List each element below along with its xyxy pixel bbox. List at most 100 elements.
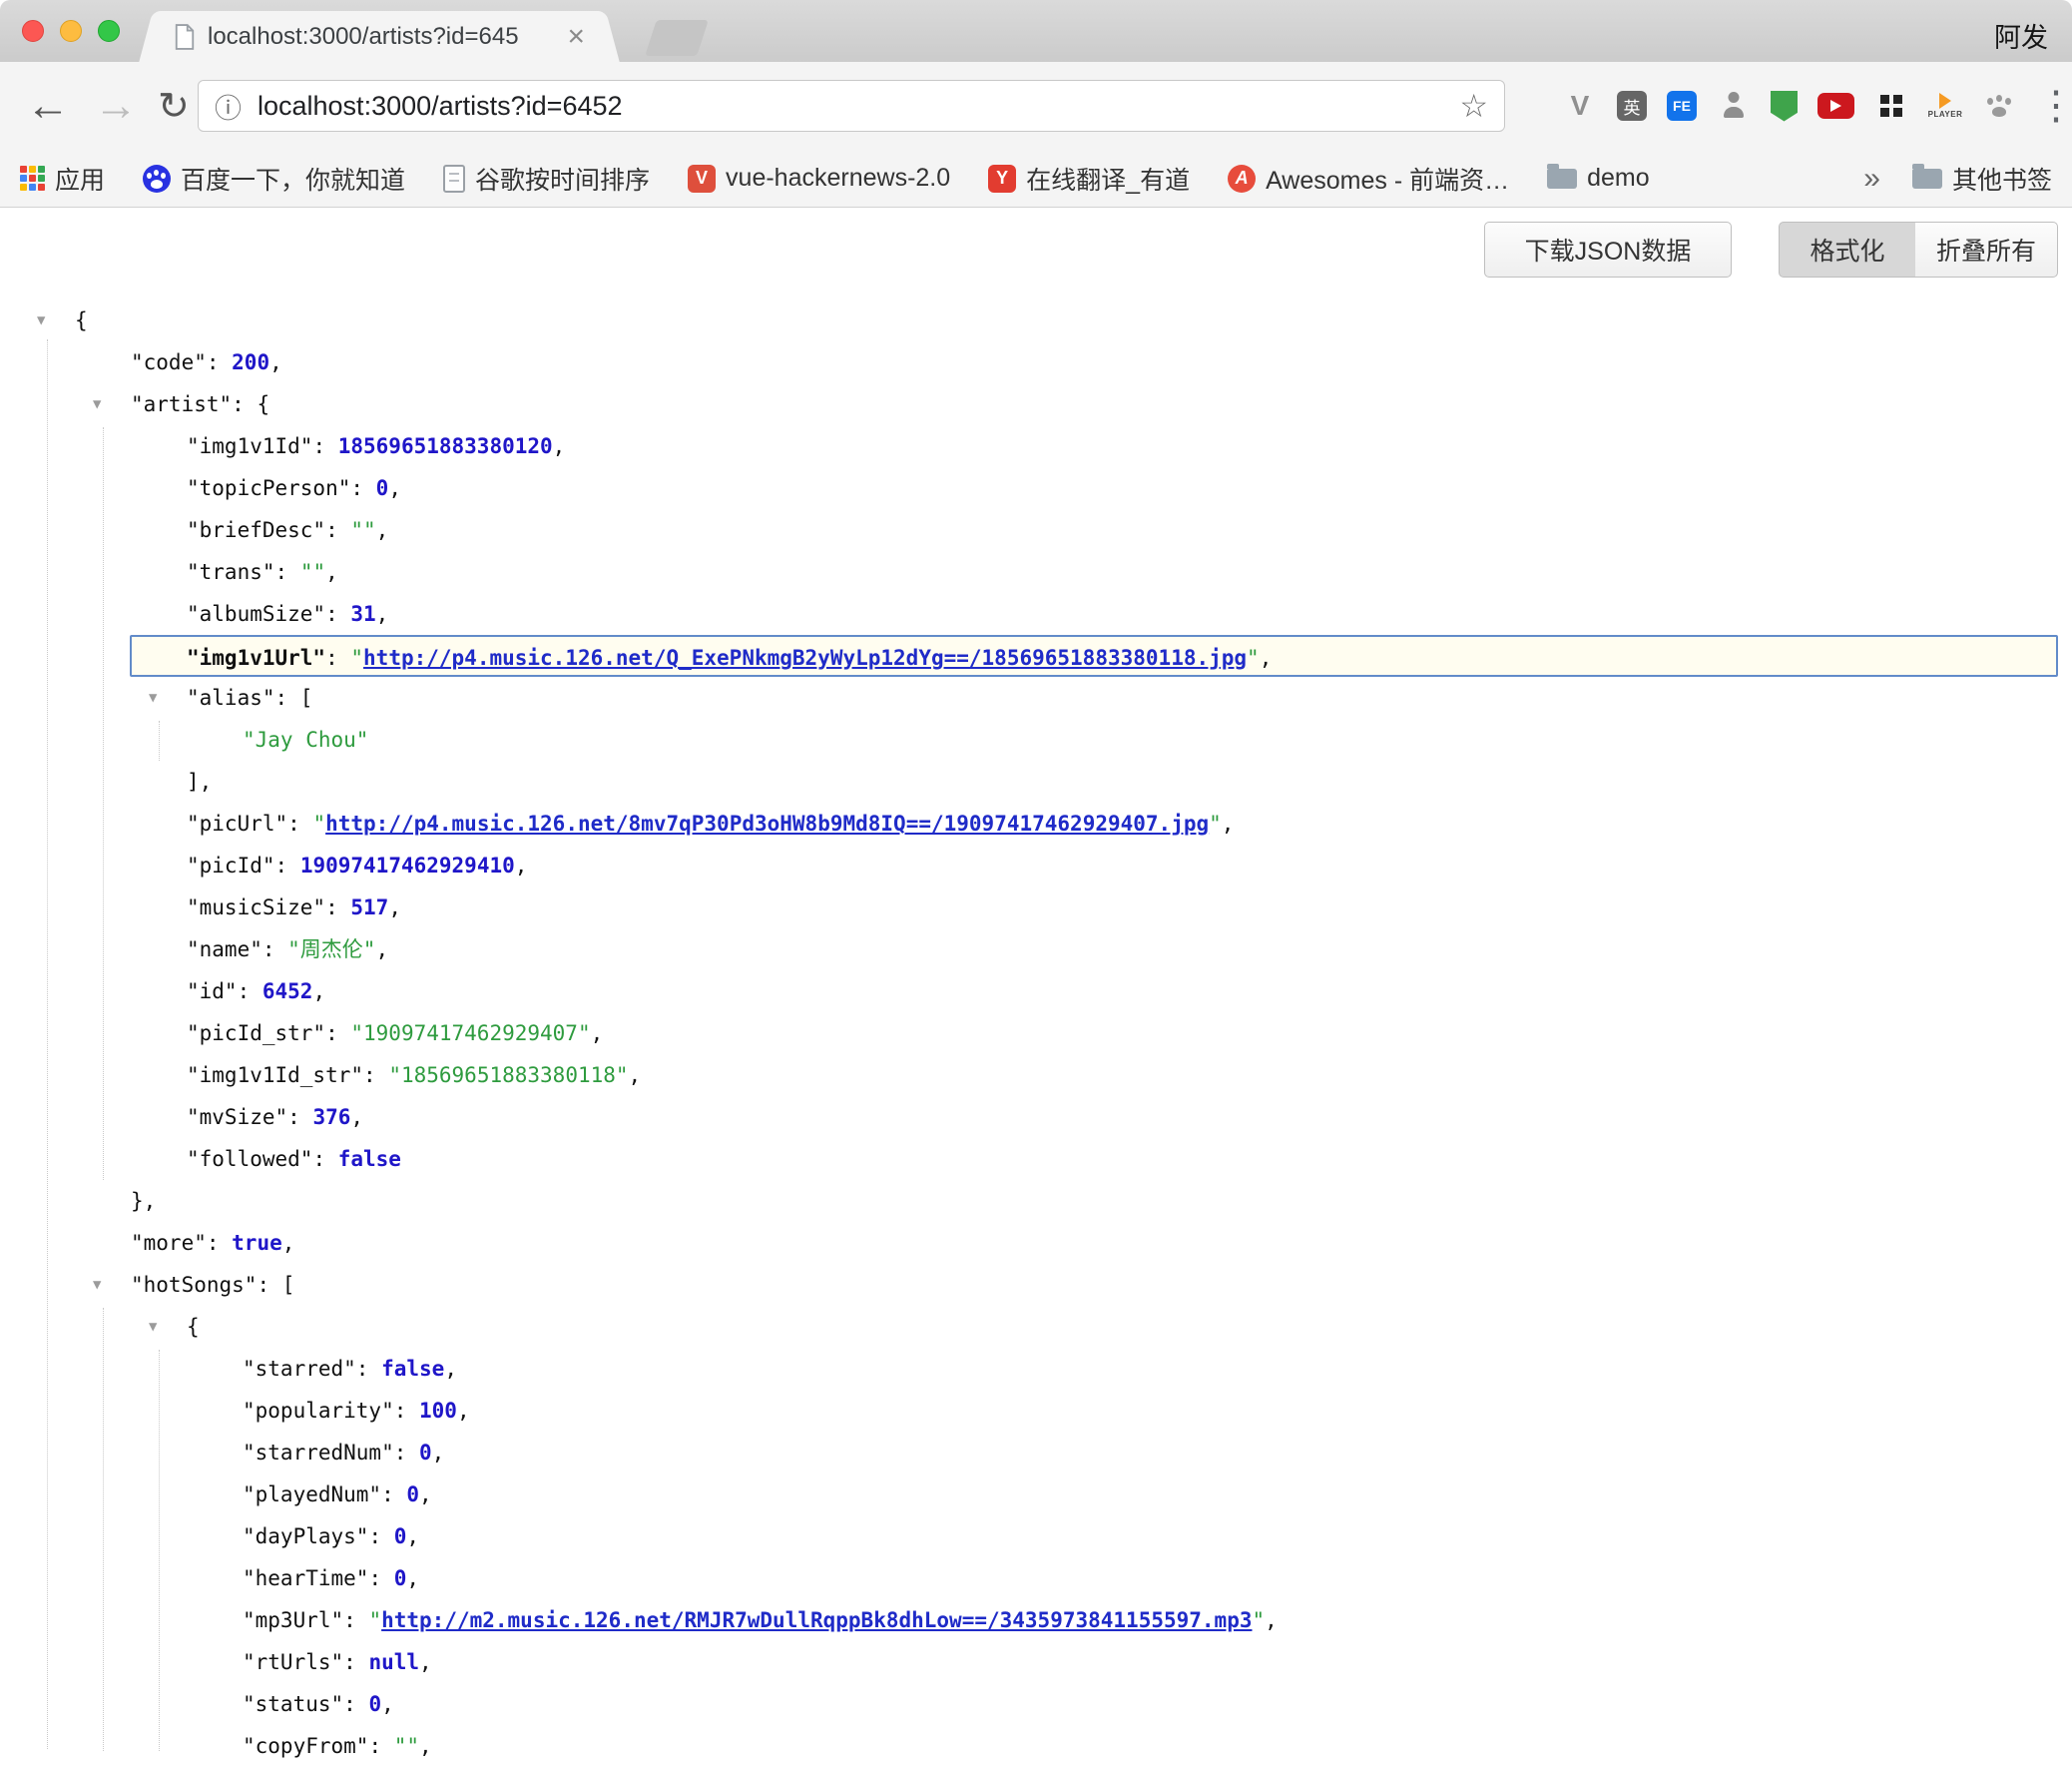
bookmark-label: 谷歌按时间排序 <box>475 161 650 197</box>
json-line: "picId": 19097417462929410, <box>0 845 2072 886</box>
new-tab-button[interactable] <box>645 20 709 56</box>
json-token-k: "picId_str" <box>187 1021 325 1045</box>
person-extension-icon[interactable] <box>1717 89 1751 123</box>
bookmarks-overflow-icon[interactable]: » <box>1863 162 1880 196</box>
json-view: ▼{"code": 200,▼"artist": {"img1v1Id": 18… <box>0 299 2072 1767</box>
json-line: "dayPlays": 0, <box>0 1515 2072 1557</box>
bookmark-baidu[interactable]: 百度一下，你就知道 <box>143 161 405 197</box>
format-button[interactable]: 格式化 <box>1779 222 1916 278</box>
json-line: "briefDesc": "", <box>0 509 2072 551</box>
json-token-p: : <box>381 1482 406 1506</box>
back-button-icon[interactable]: ← <box>26 62 70 150</box>
reload-button-icon[interactable]: ↻ <box>158 62 190 150</box>
browser-toolbar: ← → ↻ ⓘ localhost:3000/artists?id=6452 ☆… <box>0 62 2072 150</box>
json-token-k: "picId" <box>187 854 275 878</box>
json-token-k: "albumSize" <box>187 602 325 626</box>
json-token-p: : <box>343 1692 368 1716</box>
json-token-p: , <box>591 1021 604 1045</box>
collapse-toggle-icon[interactable]: ▼ <box>93 1264 101 1306</box>
tab-title: localhost:3000/artists?id=645 <box>208 23 555 51</box>
json-token-n: 6452 <box>262 979 313 1003</box>
collapse-toggle-icon[interactable]: ▼ <box>149 1306 157 1348</box>
other-bookmarks-folder[interactable]: 其他书签 <box>1912 161 2052 197</box>
bookmark-demo[interactable]: demo <box>1547 164 1650 193</box>
bookmark-apps[interactable]: 应用 <box>20 161 105 197</box>
json-line: "topicPerson": 0, <box>0 467 2072 509</box>
json-token-b: true <box>232 1231 282 1255</box>
translate-extension-icon[interactable]: 英 <box>1617 91 1647 121</box>
json-url-link[interactable]: http://p4.music.126.net/8mv7qP30Pd3oHW8b… <box>325 812 1209 836</box>
json-token-p: : [ <box>257 1273 294 1297</box>
json-token-k: "rtUrls" <box>243 1650 343 1674</box>
json-token-n: 200 <box>232 350 269 374</box>
collapse-toggle-icon[interactable]: ▼ <box>93 383 101 425</box>
json-token-k: "copyFrom" <box>243 1734 368 1758</box>
folder-icon <box>1547 169 1577 189</box>
youtube-extension-icon[interactable] <box>1817 93 1854 119</box>
player-label: PLAYER <box>1928 110 1963 119</box>
site-info-icon[interactable]: ⓘ <box>215 87 242 126</box>
json-token-p: : <box>356 1357 381 1381</box>
fe-extension-icon[interactable]: FE <box>1667 91 1697 121</box>
json-token-p: { <box>187 1315 200 1339</box>
bookmark-awesomes[interactable]: AAwesomes - 前端资… <box>1228 161 1509 197</box>
collapse-toggle-icon[interactable]: ▼ <box>149 677 157 719</box>
collapse-all-button[interactable]: 折叠所有 <box>1915 222 2058 278</box>
browser-tab[interactable]: localhost:3000/artists?id=645 × <box>158 11 601 63</box>
download-json-button[interactable]: 下载JSON数据 <box>1484 222 1732 278</box>
paw-extension-icon[interactable] <box>1982 89 2016 123</box>
json-token-p: : <box>325 895 350 919</box>
forward-button-icon: → <box>94 62 138 150</box>
json-line: "code": 200, <box>0 341 2072 383</box>
zoom-window-button[interactable] <box>98 20 120 42</box>
json-token-p: , <box>388 476 401 500</box>
baidu-icon <box>143 165 171 193</box>
json-token-n: 0 <box>419 1441 432 1465</box>
json-token-k: "hotSongs" <box>131 1273 257 1297</box>
json-token-k: "more" <box>131 1231 207 1255</box>
close-window-button[interactable] <box>22 20 44 42</box>
json-token-k: "playedNum" <box>243 1482 381 1506</box>
json-line: "starred": false, <box>0 1348 2072 1390</box>
json-token-p: : <box>287 1105 312 1129</box>
json-url-link[interactable]: http://m2.music.126.net/RMJR7wDullRqppBk… <box>381 1608 1252 1632</box>
play-icon <box>1830 100 1841 112</box>
json-url-link[interactable]: http://p4.music.126.net/Q_ExePNkmgB2yWyL… <box>363 646 1247 670</box>
json-line: "followed": false <box>0 1138 2072 1180</box>
json-token-s: " <box>312 812 325 836</box>
other-bookmarks-label: 其他书签 <box>1952 161 2052 197</box>
tab-close-icon[interactable]: × <box>567 22 585 52</box>
profile-name[interactable]: 阿发 <box>1994 16 2048 55</box>
shield-extension-icon[interactable] <box>1771 91 1798 122</box>
json-token-n: 0 <box>368 1692 381 1716</box>
collapse-toggle-icon[interactable]: ▼ <box>37 299 45 341</box>
json-token-kb: "img1v1Url" <box>187 646 325 670</box>
bookmark-vue-hackernews[interactable]: Vvue-hackernews-2.0 <box>688 164 950 193</box>
json-token-p: , <box>312 979 325 1003</box>
json-token-n: 0 <box>394 1566 407 1590</box>
json-token-p: , <box>553 434 566 458</box>
url-text[interactable]: localhost:3000/artists?id=6452 <box>258 91 1459 122</box>
bookmark-label: 应用 <box>55 161 105 197</box>
menu-icon[interactable]: ⋮ <box>2036 83 2058 129</box>
address-bar[interactable]: ⓘ localhost:3000/artists?id=6452 ☆ <box>198 80 1505 132</box>
json-token-p: : <box>275 854 300 878</box>
player-extension-icon[interactable]: PLAYER <box>1928 89 1962 123</box>
bookmark-google-sort[interactable]: 谷歌按时间排序 <box>443 161 650 197</box>
json-line: ], <box>0 761 2072 803</box>
awesomes-icon: A <box>1228 165 1256 193</box>
json-token-k: "trans" <box>187 560 275 584</box>
minimize-window-button[interactable] <box>60 20 82 42</box>
json-token-n: 18569651883380120 <box>338 434 553 458</box>
vue-devtools-extension-icon[interactable]: V <box>1563 89 1597 123</box>
json-token-p: : <box>394 1441 419 1465</box>
json-token-p: : [ <box>275 686 313 710</box>
json-line: "trans": "", <box>0 551 2072 593</box>
bookmark-star-icon[interactable]: ☆ <box>1459 87 1488 125</box>
bookmarks-bar: 应用 百度一下，你就知道 谷歌按时间排序 Vvue-hackernews-2.0 Y在线… <box>0 150 2072 208</box>
json-token-p: , <box>375 937 388 961</box>
json-token-p: , <box>325 560 338 584</box>
bookmark-youdao[interactable]: Y在线翻译_有道 <box>988 161 1190 197</box>
json-token-p: , <box>629 1063 642 1087</box>
qr-extension-icon[interactable] <box>1874 89 1908 123</box>
